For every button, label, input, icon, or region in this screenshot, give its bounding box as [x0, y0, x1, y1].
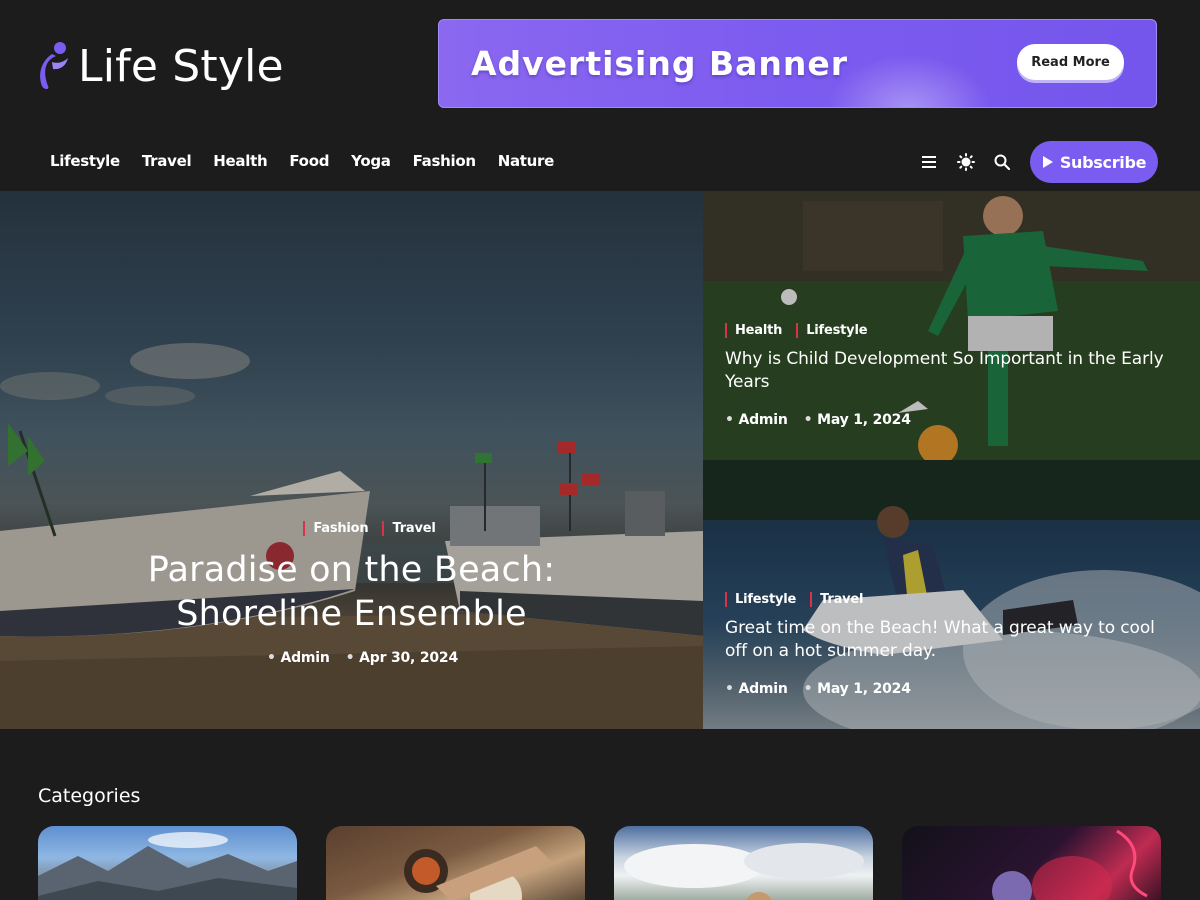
search-icon[interactable]	[992, 152, 1012, 172]
featured-post-side-2[interactable]: Lifestyle Travel Great time on the Beach…	[703, 460, 1200, 729]
nav-item-lifestyle[interactable]: Lifestyle	[50, 152, 120, 170]
post-author[interactable]: Admin	[725, 412, 787, 428]
post-tags: Health Lifestyle	[725, 323, 1180, 338]
category-card-music[interactable]	[902, 826, 1161, 900]
side-post-content: Health Lifestyle Why is Child Developmen…	[725, 323, 1180, 428]
site-header: Life Style Advertising Banner Read More	[0, 0, 1200, 130]
featured-post-main[interactable]: Fashion Travel Paradise on the Beach: Sh…	[0, 191, 703, 729]
nav-item-nature[interactable]: Nature	[498, 152, 555, 170]
nav-item-food[interactable]: Food	[289, 152, 329, 170]
read-more-button[interactable]: Read More	[1017, 44, 1124, 80]
category-card-sky[interactable]	[614, 826, 873, 900]
site-logo[interactable]: Life Style	[38, 40, 284, 92]
post-date: May 1, 2024	[804, 412, 911, 428]
tag-lifestyle[interactable]: Lifestyle	[796, 323, 868, 338]
featured-post-side-1[interactable]: Health Lifestyle Why is Child Developmen…	[703, 191, 1200, 460]
post-date: May 1, 2024	[804, 681, 911, 697]
categories-row	[38, 826, 1161, 900]
tag-travel[interactable]: Travel	[382, 521, 436, 536]
food-table-image	[404, 846, 551, 900]
featured-post-content: Fashion Travel Paradise on the Beach: Sh…	[0, 521, 703, 666]
side-post-content: Lifestyle Travel Great time on the Beach…	[725, 592, 1180, 697]
nav-tools: Subscribe	[920, 140, 1158, 184]
post-meta: Admin May 1, 2024	[725, 412, 1180, 428]
tag-health[interactable]: Health	[725, 323, 782, 338]
nav-item-yoga[interactable]: Yoga	[351, 152, 391, 170]
theme-toggle-icon[interactable]	[956, 152, 976, 172]
post-author[interactable]: Admin	[725, 681, 787, 697]
tag-fashion[interactable]: Fashion	[303, 521, 369, 536]
side-post-title[interactable]: Great time on the Beach! What a great wa…	[725, 617, 1180, 663]
featured-post-title[interactable]: Paradise on the Beach: Shoreline Ensembl…	[60, 548, 643, 636]
nav-item-travel[interactable]: Travel	[142, 152, 192, 170]
play-icon	[1042, 156, 1053, 168]
category-card-food[interactable]	[326, 826, 585, 900]
neon-performer-image	[992, 829, 1148, 900]
nav-item-health[interactable]: Health	[213, 152, 267, 170]
categories-heading: Categories	[38, 785, 141, 807]
mountains-image	[38, 832, 297, 900]
side-post-title[interactable]: Why is Child Development So Important in…	[725, 348, 1180, 394]
nav-item-fashion[interactable]: Fashion	[413, 152, 476, 170]
advertising-banner[interactable]: Advertising Banner Read More	[438, 19, 1157, 108]
post-author[interactable]: Admin	[267, 650, 329, 666]
nav-menu: Lifestyle Travel Health Food Yoga Fashio…	[50, 152, 576, 170]
subscribe-label: Subscribe	[1059, 152, 1147, 172]
logo-figure-icon	[40, 42, 68, 89]
cloudy-sky-image	[624, 843, 864, 900]
post-meta: Admin May 1, 2024	[725, 681, 1180, 697]
main-navigation: Lifestyle Travel Health Food Yoga Fashio…	[0, 140, 1200, 186]
menu-icon[interactable]	[920, 152, 940, 172]
subscribe-button[interactable]: Subscribe	[1030, 141, 1158, 183]
post-tags: Lifestyle Travel	[725, 592, 1180, 607]
site-title: Life Style	[78, 40, 284, 92]
tag-lifestyle[interactable]: Lifestyle	[725, 592, 796, 607]
ad-title: Advertising Banner	[471, 44, 849, 83]
post-tags: Fashion Travel	[36, 521, 703, 536]
tag-travel[interactable]: Travel	[810, 592, 863, 607]
post-date: Apr 30, 2024	[346, 650, 458, 666]
category-card-mountains[interactable]	[38, 826, 297, 900]
post-meta: Admin Apr 30, 2024	[22, 650, 703, 666]
